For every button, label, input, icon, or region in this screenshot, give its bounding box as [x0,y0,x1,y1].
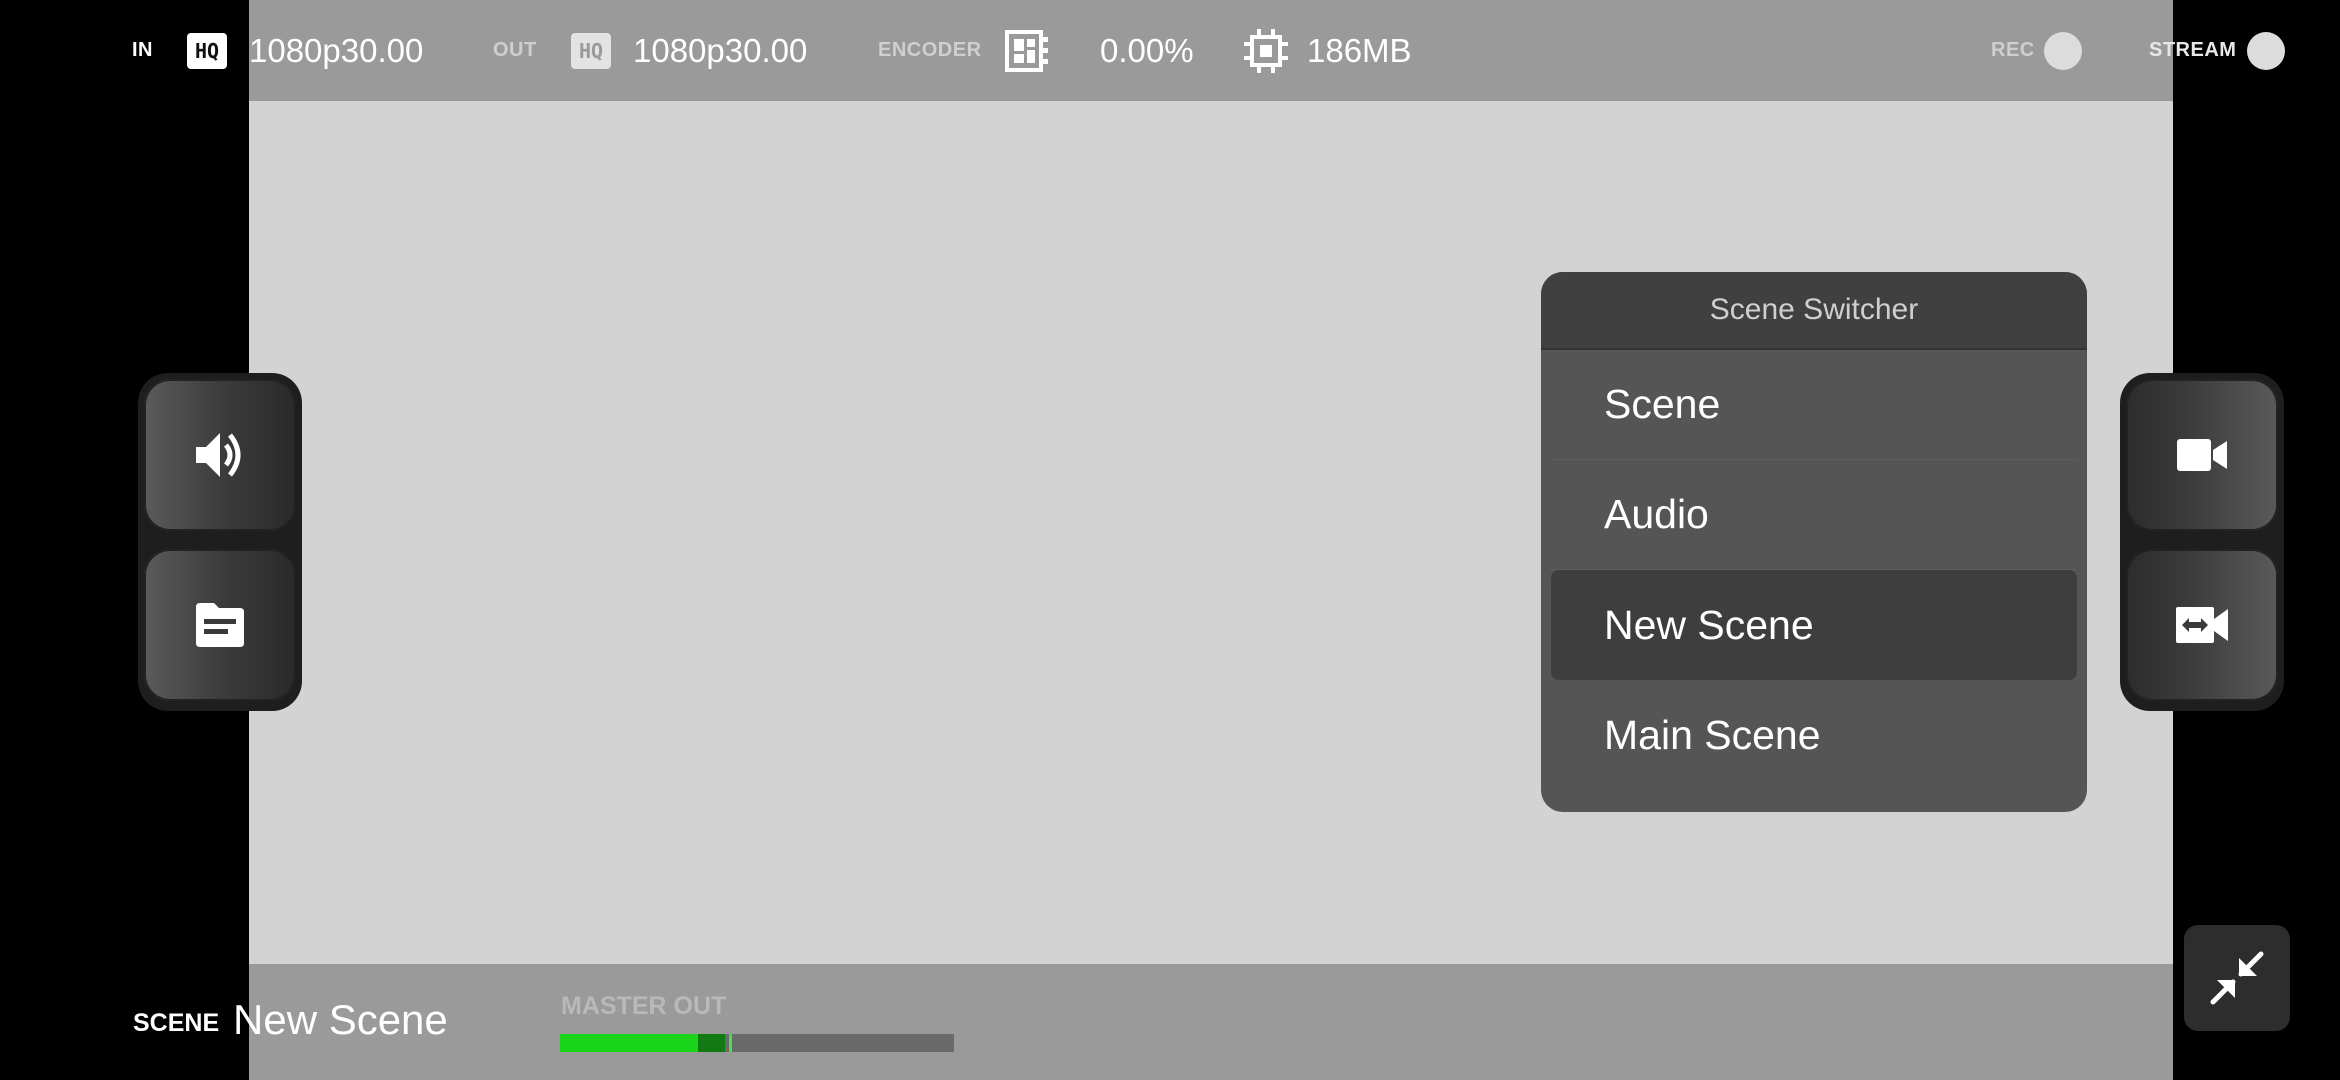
minimize-icon [2210,951,2264,1005]
scene-item-new-scene[interactable]: New Scene [1551,570,2077,680]
scene-item-main-scene[interactable]: Main Scene [1551,680,2077,790]
master-out-meter [560,1034,954,1052]
audio-button[interactable] [144,379,296,531]
record-button[interactable] [2044,0,2082,101]
meter-peak-tick [729,1034,733,1052]
encoder-icon [1004,0,1050,101]
encoder-load: 0.00% [1100,31,1194,69]
memory-usage: 186MB [1307,31,1412,69]
rec-label: REC [1991,39,2035,61]
notes-button[interactable] [144,549,296,701]
minimize-button[interactable] [2184,925,2290,1031]
out-label: OUT [493,39,537,61]
record-indicator-icon[interactable] [2044,31,2082,70]
scene-switcher-menu: Scene Switcher Scene Audio New Scene Mai… [1541,272,2087,812]
camera-icon [2177,439,2227,471]
encoder-label: ENCODER [878,39,982,61]
scene-item-audio[interactable]: Audio [1551,460,2077,570]
stream-label: STREAM [2149,39,2237,61]
master-out-label: MASTER OUT [561,992,727,1020]
right-control-panel [2120,373,2284,711]
current-scene-name[interactable]: New Scene [233,996,448,1044]
left-control-panel [138,373,302,711]
camera-switch-icon [2176,607,2228,643]
meter-level [560,1034,698,1052]
notes-icon [196,603,244,647]
stream-button[interactable] [2247,0,2285,101]
in-hq-icon: HQ [187,0,227,101]
stream-indicator-icon[interactable] [2247,31,2285,70]
in-format: 1080p30.00 [249,31,424,69]
scene-label: SCENE [133,1009,220,1037]
out-hq-icon: HQ [571,0,611,101]
status-bar: IN HQ 1080p30.00 OUT HQ 1080p30.00 ENCOD… [0,0,2340,101]
bottom-bar [249,964,2173,1080]
scene-item-scene[interactable]: Scene [1551,350,2077,460]
memory-chip-icon [1243,0,1289,101]
switch-camera-button[interactable] [2126,549,2278,701]
in-label: IN [132,39,153,61]
out-format: 1080p30.00 [633,31,808,69]
scene-switcher-title: Scene Switcher [1541,272,2087,350]
volume-icon [196,433,241,477]
camera-button[interactable] [2126,379,2278,531]
